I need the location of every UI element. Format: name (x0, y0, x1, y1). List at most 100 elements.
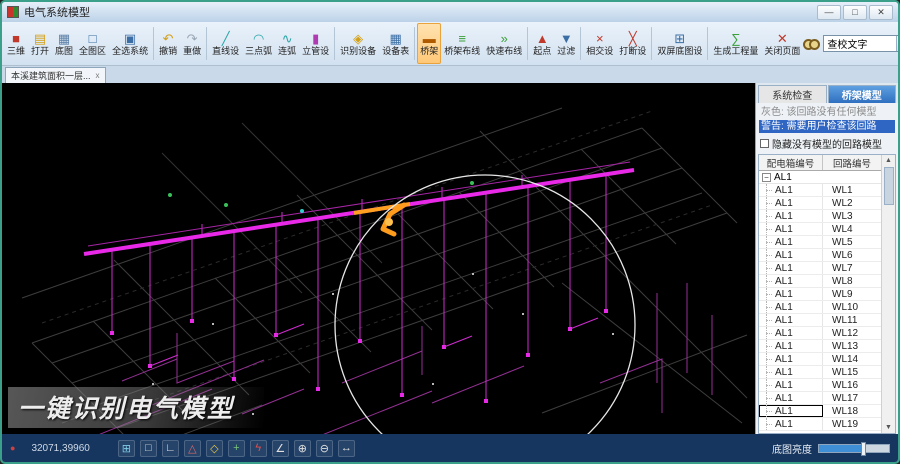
panel-tab[interactable]: 系统检查 (758, 85, 827, 103)
toolbar-button[interactable]: ▲ 起点 (530, 23, 554, 64)
table-row[interactable]: AL1 WL18 (759, 405, 881, 418)
table-row[interactable]: AL1 WL17 (759, 392, 881, 405)
toolbar-button[interactable]: ▣ 全选系统 (109, 23, 151, 64)
toolbar-button[interactable] (334, 27, 335, 60)
close-icon[interactable]: ✕ (869, 5, 893, 20)
circuit-cell[interactable]: WL9 (823, 288, 881, 300)
circuit-cell[interactable]: WL3 (823, 210, 881, 222)
box-cell[interactable]: AL1 (759, 184, 823, 196)
table-row[interactable]: AL1 WL10 (759, 301, 881, 314)
box-cell[interactable]: AL1 (759, 405, 823, 417)
scrollbar-thumb[interactable] (884, 167, 894, 205)
toolbar-button[interactable]: ◠ 三点弧 (242, 23, 275, 64)
table-row[interactable]: AL1 WL7 (759, 262, 881, 275)
toolbar-button[interactable]: ▼ 过滤 (554, 23, 578, 64)
circuit-cell[interactable]: WL12 (823, 327, 881, 339)
circuit-cell[interactable]: WL18 (823, 405, 881, 417)
circuit-cell[interactable]: WL16 (823, 379, 881, 391)
circuit-cell[interactable]: WL15 (823, 366, 881, 378)
box-cell[interactable]: AL1 (759, 210, 823, 222)
toolbar-button[interactable]: ╳ 打断设 (616, 23, 649, 64)
box-cell[interactable]: AL1 (759, 236, 823, 248)
ortho-icon[interactable]: ∟ (162, 440, 179, 457)
minimize-icon[interactable]: — (817, 5, 841, 20)
toolbar-button[interactable]: ▬ 桥架 (417, 23, 441, 64)
snap-icon[interactable]: □ (140, 440, 157, 457)
box-cell[interactable]: AL1 (759, 340, 823, 352)
column-header-box[interactable]: 配电箱编号 (759, 155, 823, 170)
circuit-cell[interactable]: WL4 (823, 223, 881, 235)
polar-icon[interactable]: △ (184, 440, 201, 457)
box-cell[interactable]: AL1 (759, 418, 823, 430)
maximize-icon[interactable]: □ (843, 5, 867, 20)
tree-group-row[interactable]: − AL1 (759, 171, 881, 184)
cad-canvas[interactable]: 一键识别电气模型 (2, 83, 755, 434)
panel-tab[interactable]: 桥架模型 (828, 85, 897, 103)
toolbar-button[interactable]: □ 全图区 (76, 23, 109, 64)
toolbar-button[interactable]: × 相交设 (583, 23, 616, 64)
cad-viewport[interactable] (2, 83, 755, 434)
box-cell[interactable]: AL1 (759, 262, 823, 274)
box-cell[interactable]: AL1 (759, 223, 823, 235)
circuit-cell[interactable]: WL5 (823, 236, 881, 248)
circuit-cell[interactable]: WL10 (823, 301, 881, 313)
table-row[interactable]: AL1 WL16 (759, 379, 881, 392)
table-row[interactable]: AL1 WL15 (759, 366, 881, 379)
table-row[interactable]: AL1 WL14 (759, 353, 881, 366)
circuit-cell[interactable]: WL11 (823, 314, 881, 326)
table-row[interactable]: AL1 WL3 (759, 210, 881, 223)
circuit-cell[interactable]: WL14 (823, 353, 881, 365)
table-row[interactable]: AL1 WL13 (759, 340, 881, 353)
toolbar-button[interactable]: » 快速布线 (483, 23, 525, 64)
table-row[interactable]: AL1 WL4 (759, 223, 881, 236)
table-row[interactable]: AL1 WL5 (759, 236, 881, 249)
toolbar-button[interactable]: ✕ 关闭页面 (761, 23, 803, 64)
table-row[interactable]: AL1 WL12 (759, 327, 881, 340)
search-input[interactable] (824, 38, 896, 49)
toolbar-button[interactable]: ≡ 桥架布线 (441, 23, 483, 64)
tab-close-icon[interactable]: x (96, 72, 100, 80)
toolbar-button[interactable]: ∑ 生成工程量 (710, 23, 761, 64)
table-row[interactable]: AL1 WL19 (759, 418, 881, 431)
circuit-cell[interactable]: WL2 (823, 197, 881, 209)
box-cell[interactable]: AL1 (759, 366, 823, 378)
pan-icon[interactable]: ↔ (338, 440, 355, 457)
table-row[interactable]: AL1 WL6 (759, 249, 881, 262)
brightness-slider-thumb[interactable] (861, 442, 866, 456)
table-row[interactable]: AL1 WL1 (759, 184, 881, 197)
circuit-cell[interactable]: WL6 (823, 249, 881, 261)
toolbar-button[interactable] (206, 27, 207, 60)
toolbar-button[interactable] (527, 27, 528, 60)
zoom-out-icon[interactable]: ⊖ (316, 440, 333, 457)
circuit-cell[interactable]: WL13 (823, 340, 881, 352)
hide-empty-circuits-checkbox[interactable] (760, 139, 769, 148)
toolbar-button[interactable] (153, 27, 154, 60)
circuit-cell[interactable]: WL1 (823, 184, 881, 196)
document-tab[interactable]: 本溪建筑面积一层... x (5, 67, 106, 83)
scroll-up-icon[interactable]: ▲ (885, 156, 892, 165)
otrack-icon[interactable]: + (228, 440, 245, 457)
column-header-circuit[interactable]: 回路编号 (823, 155, 881, 170)
box-cell[interactable]: AL1 (759, 353, 823, 365)
search-dropdown-icon[interactable]: ▼ (896, 36, 900, 51)
zoom-in-icon[interactable]: ⊕ (294, 440, 311, 457)
box-cell[interactable]: AL1 (759, 392, 823, 404)
toolbar-button[interactable] (414, 27, 415, 60)
circuit-cell[interactable]: WL8 (823, 275, 881, 287)
brightness-slider[interactable] (818, 444, 890, 453)
toolbar-button[interactable] (707, 27, 708, 60)
hide-empty-circuits-row[interactable]: 隐藏没有模型的回路模型 (756, 134, 898, 153)
box-cell[interactable]: AL1 (759, 197, 823, 209)
table-scrollbar[interactable]: ▲ ▼ (881, 155, 895, 433)
box-cell[interactable]: AL1 (759, 314, 823, 326)
toolbar-button[interactable]: ▦ 设备表 (379, 23, 412, 64)
box-cell[interactable]: AL1 (759, 249, 823, 261)
toolbar-button[interactable]: ╱ 直线设 (209, 23, 242, 64)
grid-icon[interactable]: ⊞ (118, 440, 135, 457)
table-row[interactable]: AL1 WL11 (759, 314, 881, 327)
circuit-cell[interactable]: WL7 (823, 262, 881, 274)
scroll-down-icon[interactable]: ▼ (885, 423, 892, 432)
circuit-cell[interactable]: WL19 (823, 418, 881, 430)
box-cell[interactable]: AL1 (759, 301, 823, 313)
table-row[interactable]: AL1 WL2 (759, 197, 881, 210)
